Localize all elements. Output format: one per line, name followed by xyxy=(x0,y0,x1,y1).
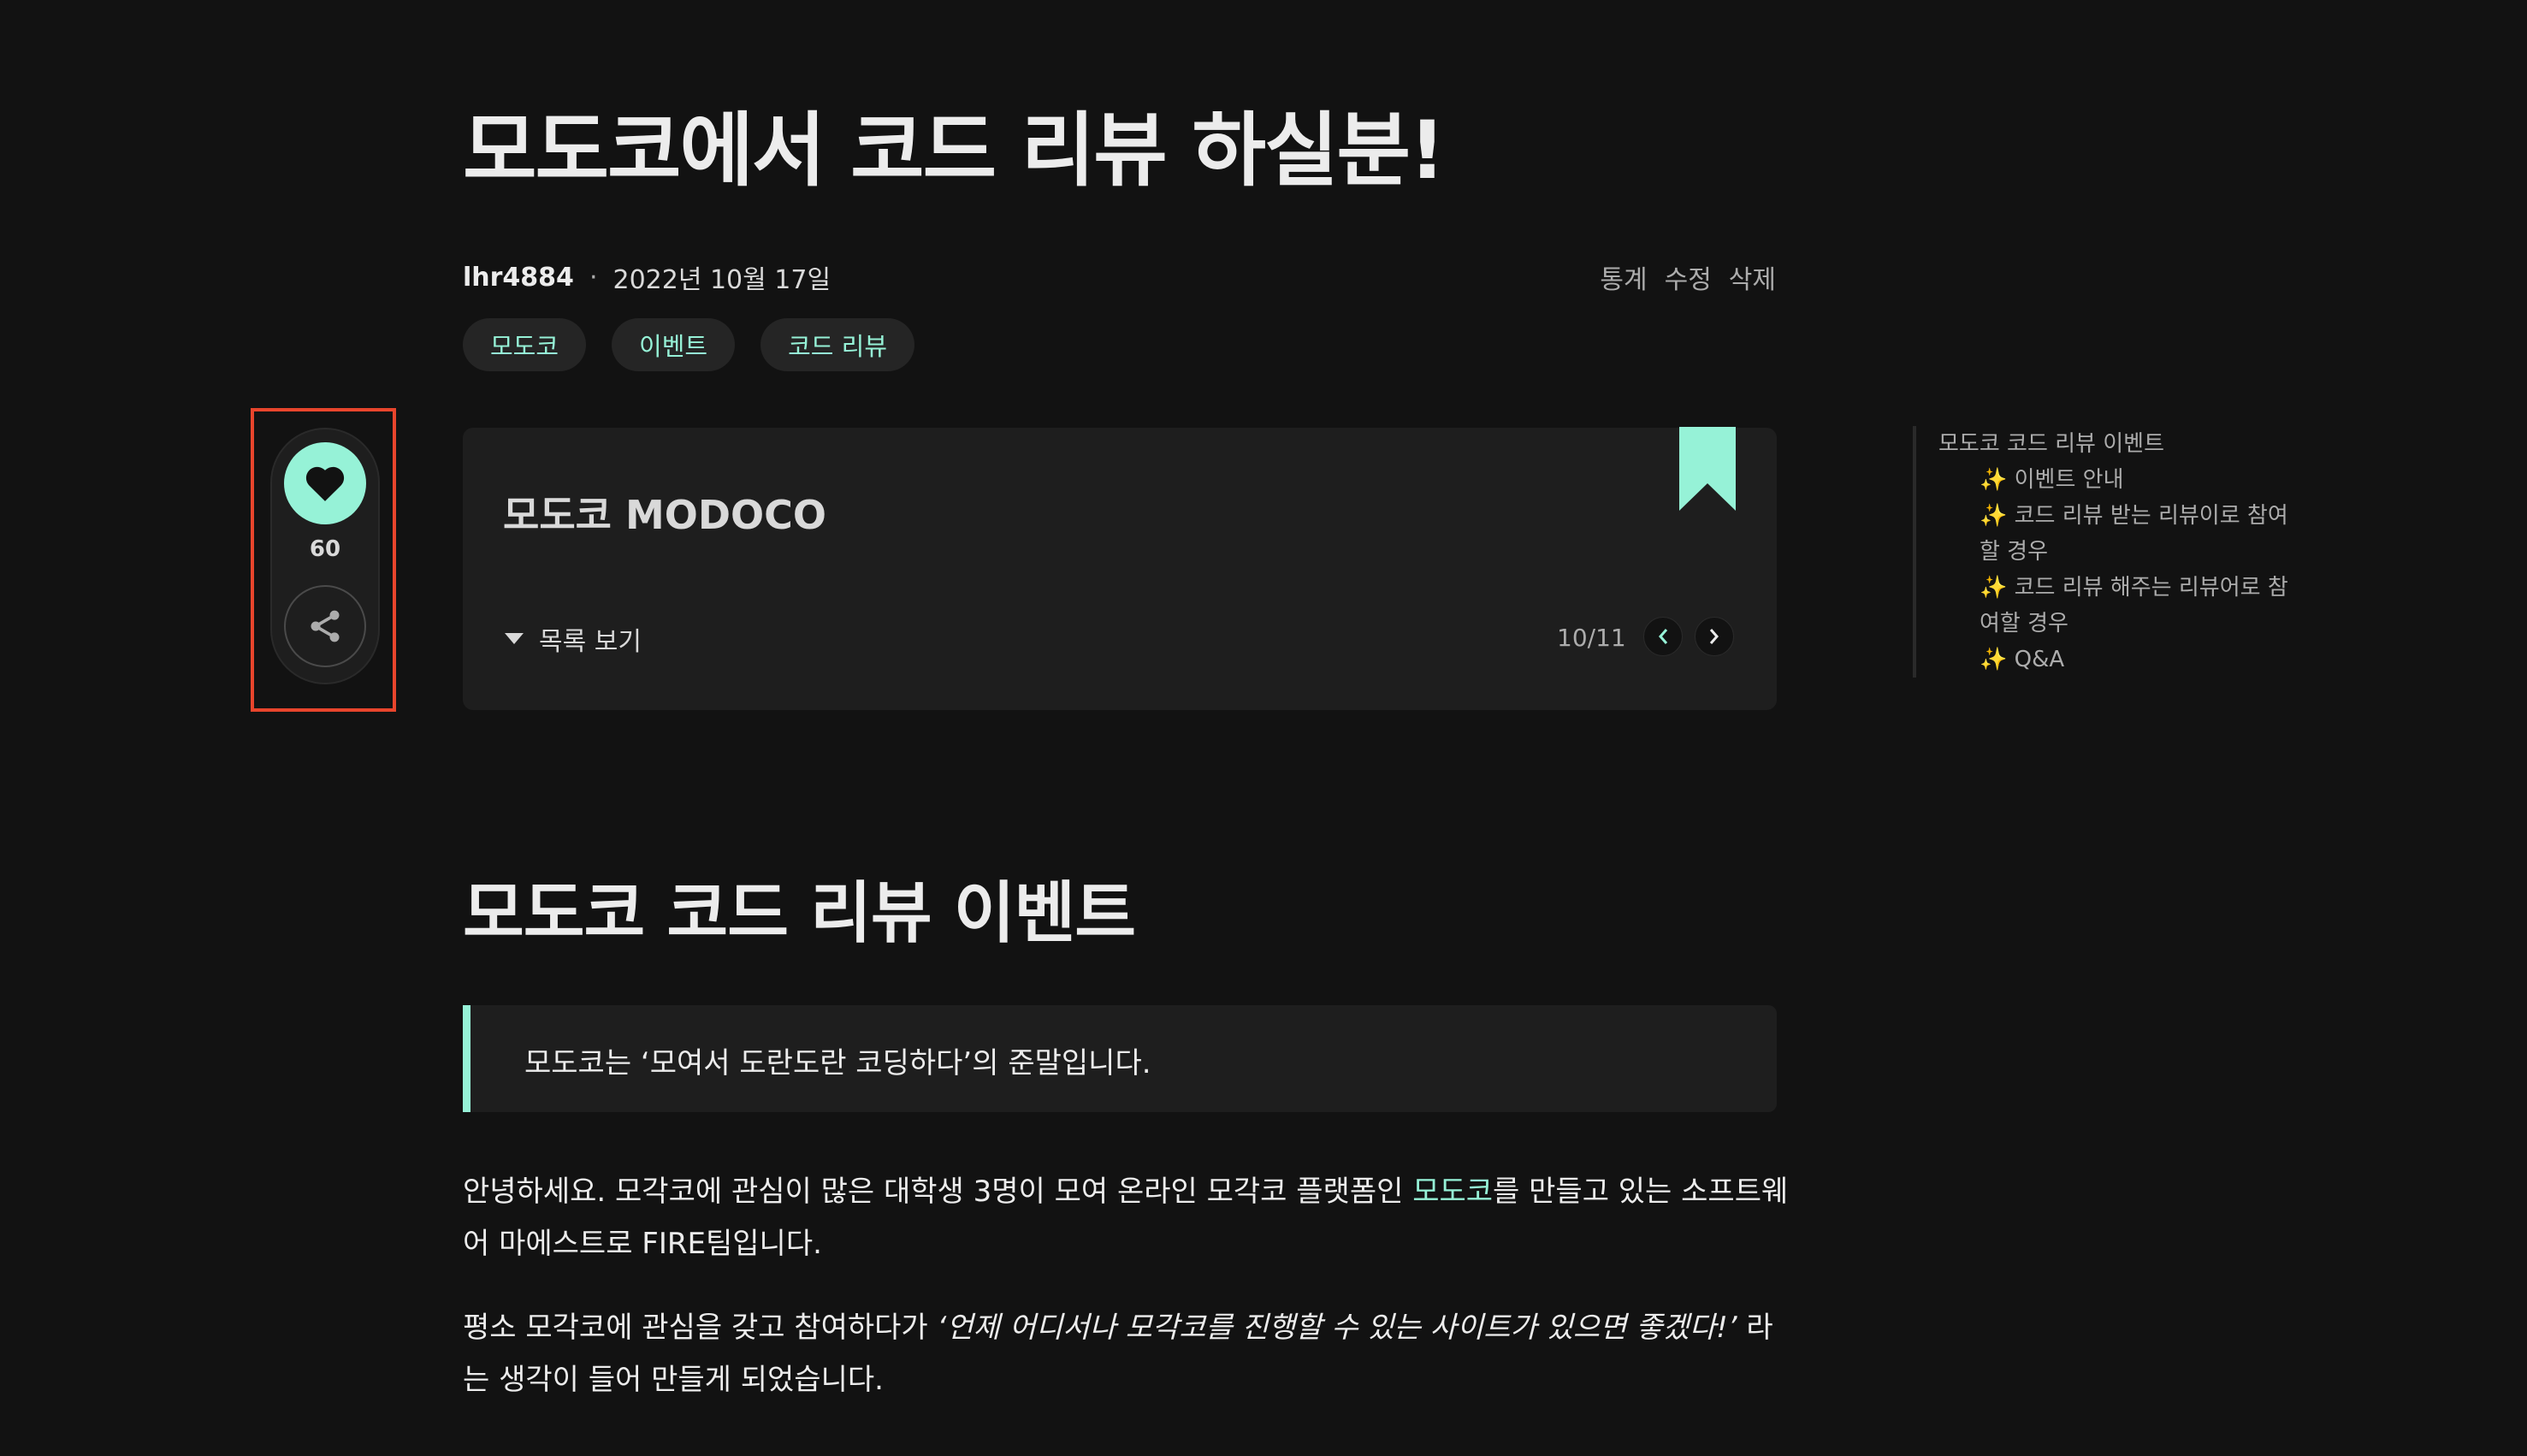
paragraph-text: 안녕하세요. 모각코에 관심이 많은 대학생 3명이 모여 온라인 모각코 플랫… xyxy=(463,1175,1413,1209)
toc-item[interactable]: ✨ 코드 리뷰 해주는 리뷰어로 참여할 경우 xyxy=(1938,570,2289,642)
series-toggle-label: 목록 보기 xyxy=(539,627,642,657)
tag-item[interactable]: 모도코 xyxy=(463,318,587,371)
post-meta: lhr4884 · 2022년 10월 17일 xyxy=(463,258,831,296)
toc-item[interactable]: 모도코 코드 리뷰 이벤트 xyxy=(1938,426,2289,462)
tag-item[interactable]: 이벤트 xyxy=(612,318,736,371)
modoco-link[interactable]: 모도코 xyxy=(1412,1175,1493,1209)
toc-item[interactable]: ✨ 코드 리뷰 받는 리뷰이로 참여할 경우 xyxy=(1938,498,2289,570)
chevron-left-icon xyxy=(1659,629,1668,644)
blockquote-text: 모도코는 ‘모여서 도란도란 코딩하다’의 준말입니다. xyxy=(524,1046,1151,1080)
highlight-box xyxy=(251,408,396,712)
chevron-right-icon xyxy=(1709,629,1719,644)
toc-item[interactable]: ✨ Q&A xyxy=(1938,642,2289,678)
series-page-indicator: 10/11 xyxy=(1557,624,1626,652)
series-list-toggle[interactable]: 목록 보기 xyxy=(505,620,642,658)
emphasis-text: ‘언제 어디서나 모각코를 진행할 수 있는 사이트가 있으면 좋겠다!’ xyxy=(937,1311,1737,1345)
paragraph-text: 평소 모각코에 관심을 갖고 참여하다가 xyxy=(463,1311,938,1345)
series-prev-button[interactable] xyxy=(1643,617,1683,656)
toc-item[interactable]: ✨ 이벤트 안내 xyxy=(1938,462,2289,498)
meta-separator: · xyxy=(589,262,598,293)
post-date: 2022년 10월 17일 xyxy=(613,265,831,295)
paragraph: 평소 모각코에 관심을 갖고 참여하다가 ‘언제 어디서나 모각코를 진행할 수… xyxy=(463,1302,1797,1406)
content-heading: 모도코 코드 리뷰 이벤트 xyxy=(463,875,1136,952)
paragraph: 안녕하세요. 모각코에 관심이 많은 대학생 3명이 모여 온라인 모각코 플랫… xyxy=(463,1166,1797,1270)
tag-item[interactable]: 코드 리뷰 xyxy=(760,318,915,371)
bookmark-icon xyxy=(1679,427,1736,514)
stats-link[interactable]: 통계 xyxy=(1600,258,1647,296)
series-next-button[interactable] xyxy=(1695,617,1734,656)
post-title: 모도코에서 코드 리뷰 하실분! xyxy=(463,104,1446,198)
table-of-contents: 모도코 코드 리뷰 이벤트 ✨ 이벤트 안내 ✨ 코드 리뷰 받는 리뷰이로 참… xyxy=(1913,426,2289,678)
post-actions: 통계 수정 삭제 xyxy=(1600,258,1776,296)
caret-down-icon xyxy=(505,633,524,644)
edit-link[interactable]: 수정 xyxy=(1665,258,1712,296)
delete-link[interactable]: 삭제 xyxy=(1729,258,1776,296)
tag-list: 모도코 이벤트 코드 리뷰 xyxy=(463,318,915,371)
series-title[interactable]: 모도코 MODOCO xyxy=(503,484,826,541)
author-name[interactable]: lhr4884 xyxy=(463,263,574,293)
series-card xyxy=(463,428,1777,710)
